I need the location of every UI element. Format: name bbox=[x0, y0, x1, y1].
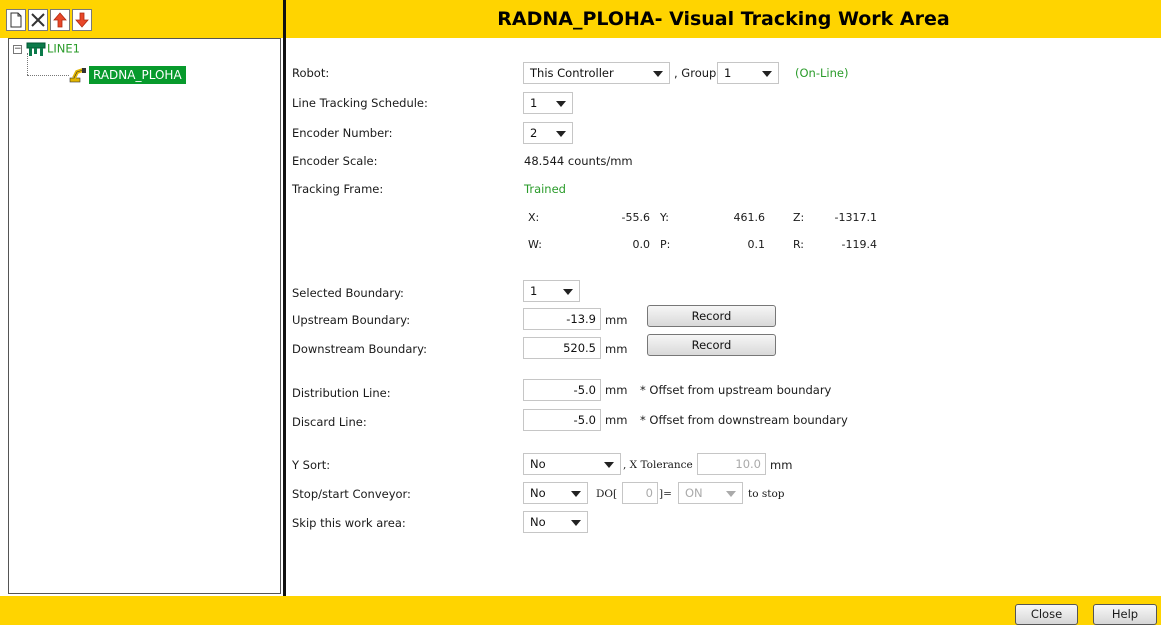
group-select[interactable]: 1 bbox=[717, 62, 779, 84]
encoder-number-select[interactable]: 2 bbox=[523, 122, 573, 144]
y-sort-label: Y Sort: bbox=[292, 458, 331, 472]
coord-y-label: Y: bbox=[660, 211, 669, 224]
coord-w-value: 0.0 bbox=[632, 238, 651, 251]
tree-toolbar bbox=[0, 0, 284, 38]
footer-bar bbox=[0, 596, 1161, 625]
skip-work-area-select-value: No bbox=[530, 515, 546, 529]
tracking-frame-status: Trained bbox=[524, 182, 566, 196]
y-sort-select[interactable]: No bbox=[523, 453, 621, 475]
move-down-icon[interactable] bbox=[72, 9, 92, 31]
tree-item-label: LINE1 bbox=[47, 41, 80, 56]
tree-item-label: RADNA_PLOHA bbox=[89, 65, 186, 84]
skip-work-area-label: Skip this work area: bbox=[292, 516, 406, 530]
robot-label: Robot: bbox=[292, 66, 330, 80]
discard-unit: mm bbox=[605, 413, 628, 427]
distribution-unit: mm bbox=[605, 383, 628, 397]
upstream-boundary-label: Upstream Boundary: bbox=[292, 313, 411, 327]
downstream-boundary-label: Downstream Boundary: bbox=[292, 342, 427, 356]
coord-r-label: R: bbox=[793, 238, 805, 251]
selected-boundary-select[interactable]: 1 bbox=[523, 280, 580, 302]
do-state-select[interactable]: ON bbox=[678, 482, 743, 504]
do-close-label: ]= bbox=[659, 488, 672, 500]
group-label: , Group bbox=[674, 66, 717, 80]
coord-p-label: P: bbox=[660, 238, 671, 251]
panel-divider[interactable] bbox=[283, 0, 286, 600]
do-state-select-value: ON bbox=[685, 486, 703, 500]
line-tree: − LINE1 RADNA_PLOHA bbox=[8, 38, 281, 594]
new-icon[interactable] bbox=[6, 9, 26, 31]
distribution-line-input[interactable]: -5.0 bbox=[523, 379, 601, 401]
stop-start-conveyor-label: Stop/start Conveyor: bbox=[292, 487, 411, 501]
coord-y-value: 461.6 bbox=[733, 211, 766, 224]
coord-z-label: Z: bbox=[793, 211, 805, 224]
selected-boundary-label: Selected Boundary: bbox=[292, 286, 404, 300]
coord-p-value: 0.1 bbox=[747, 238, 766, 251]
schedule-label: Line Tracking Schedule: bbox=[292, 96, 428, 110]
encoder-number-select-value: 2 bbox=[530, 126, 538, 140]
do-index-input[interactable]: 0 bbox=[622, 482, 658, 504]
tree-item-line1[interactable]: LINE1 bbox=[25, 41, 80, 57]
robot-select-value: This Controller bbox=[530, 66, 614, 80]
coord-x-label: X: bbox=[528, 211, 540, 224]
coord-r-value: -119.4 bbox=[841, 238, 877, 251]
x-tolerance-input[interactable]: 10.0 bbox=[697, 453, 766, 475]
downstream-unit: mm bbox=[605, 342, 628, 356]
downstream-boundary-input[interactable]: 520.5 bbox=[523, 337, 601, 359]
distribution-line-label: Distribution Line: bbox=[292, 386, 391, 400]
group-select-value: 1 bbox=[724, 66, 732, 80]
delete-icon[interactable] bbox=[28, 9, 48, 31]
conveyor-select[interactable]: No bbox=[523, 482, 588, 504]
move-up-icon[interactable] bbox=[50, 9, 70, 31]
encoder-number-label: Encoder Number: bbox=[292, 126, 393, 140]
y-sort-select-value: No bbox=[530, 457, 546, 471]
record-downstream-button[interactable]: Record bbox=[647, 334, 776, 356]
schedule-select[interactable]: 1 bbox=[523, 92, 573, 114]
upstream-boundary-input[interactable]: -13.9 bbox=[523, 308, 601, 330]
upstream-unit: mm bbox=[605, 313, 628, 327]
tree-item-radna-ploha[interactable]: RADNA_PLOHA bbox=[67, 65, 186, 84]
discard-line-input[interactable]: -5.0 bbox=[523, 409, 601, 431]
coord-w-label: W: bbox=[528, 238, 542, 251]
robot-select[interactable]: This Controller bbox=[523, 62, 670, 84]
page-title: RADNA_PLOHA- Visual Tracking Work Area bbox=[497, 8, 950, 30]
discard-note: * Offset from downstream boundary bbox=[640, 413, 848, 427]
page-header: RADNA_PLOHA- Visual Tracking Work Area bbox=[286, 0, 1161, 38]
to-stop-label: to stop bbox=[748, 488, 785, 500]
x-tolerance-unit: mm bbox=[770, 458, 793, 472]
online-status: (On-Line) bbox=[795, 66, 849, 80]
schedule-select-value: 1 bbox=[530, 96, 538, 110]
help-button[interactable]: Help bbox=[1093, 604, 1157, 625]
robot-icon bbox=[69, 68, 86, 83]
record-upstream-button[interactable]: Record bbox=[647, 305, 776, 327]
x-tolerance-label: , X Tolerance bbox=[623, 459, 693, 471]
selected-boundary-select-value: 1 bbox=[530, 284, 538, 298]
coord-x-value: -55.6 bbox=[621, 211, 650, 224]
encoder-scale-value: 48.544 counts/mm bbox=[524, 154, 633, 168]
coord-z-value: -1317.1 bbox=[834, 211, 877, 224]
do-label: DO[ bbox=[596, 488, 618, 500]
discard-line-label: Discard Line: bbox=[292, 415, 367, 429]
skip-work-area-select[interactable]: No bbox=[523, 511, 588, 533]
conveyor-line-icon bbox=[26, 42, 46, 56]
distribution-note: * Offset from upstream boundary bbox=[640, 383, 832, 397]
tracking-frame-label: Tracking Frame: bbox=[292, 182, 384, 196]
conveyor-select-value: No bbox=[530, 486, 546, 500]
collapse-icon[interactable]: − bbox=[13, 45, 22, 54]
encoder-scale-label: Encoder Scale: bbox=[292, 154, 378, 168]
close-button[interactable]: Close bbox=[1015, 604, 1078, 625]
